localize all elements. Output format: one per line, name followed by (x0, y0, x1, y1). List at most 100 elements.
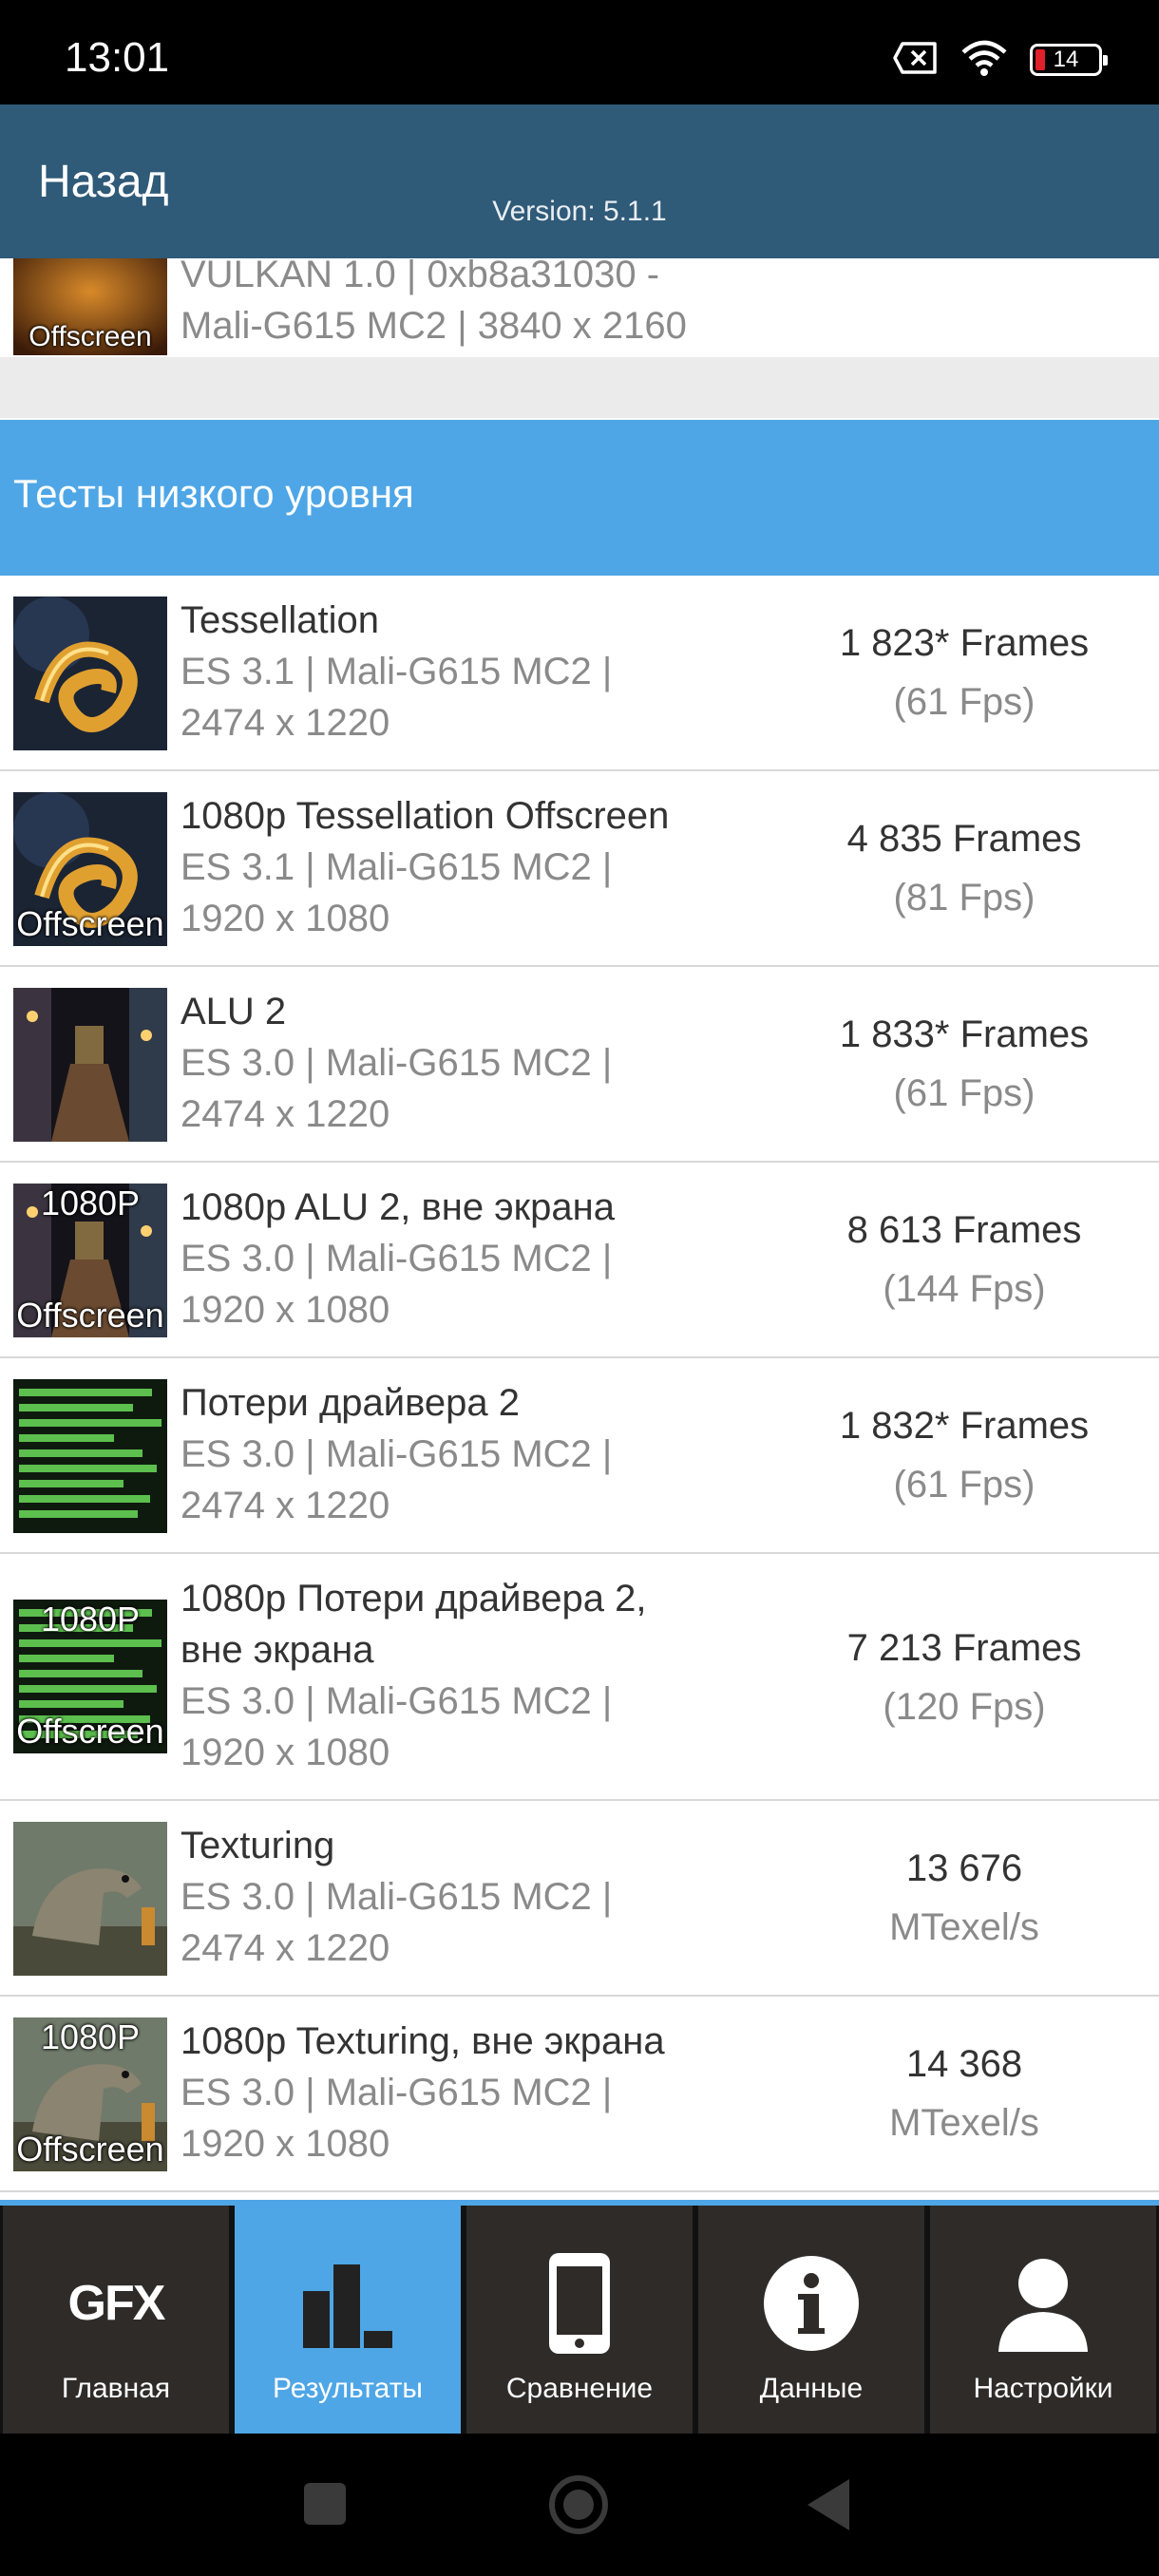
battery-icon: 14 (1030, 44, 1108, 76)
info-icon (698, 2251, 924, 2356)
result-fps: (61 Fps) (893, 1072, 1036, 1114)
result-unit: MTexel/s (889, 1906, 1039, 1948)
test-thumbnail: 1080P Offscreen (13, 1184, 167, 1337)
version-label: Version: 5.1.1 (492, 196, 667, 227)
bar-chart-icon (235, 2251, 461, 2356)
test-row[interactable]: Tessellation ES 3.1 | Mali-G615 MC2 | 24… (0, 576, 1159, 771)
test-thumbnail (13, 597, 167, 750)
test-title: Потери драйвера 2 (180, 1382, 521, 1424)
section-header: Тесты низкого уровня (0, 420, 1159, 576)
recents-button[interactable] (302, 2481, 348, 2531)
test-title: 1080p Потери драйвера 2, (180, 1578, 647, 1619)
result-fps: (61 Fps) (893, 681, 1036, 723)
tab-compare[interactable]: Сравнение (464, 2206, 695, 2434)
test-resolution: 1920 x 1080 (180, 1732, 390, 1773)
test-resolution: 2474 x 1220 (180, 1485, 390, 1526)
tab-label: Сравнение (505, 2373, 654, 2404)
test-resolution: 2474 x 1220 (180, 1093, 390, 1135)
test-resolution: 2474 x 1220 (180, 1927, 390, 1969)
app-header: Назад Version: 5.1.1 (0, 104, 1159, 258)
test-row[interactable]: Texturing ES 3.0 | Mali-G615 MC2 | 2474 … (0, 1801, 1159, 1997)
tab-label: Данные (759, 2373, 864, 2404)
test-row[interactable]: ALU 2 ES 3.0 | Mali-G615 MC2 | 2474 x 12… (0, 967, 1159, 1163)
test-subtitle: VULKAN 1.0 | 0xb8a31030 - (180, 258, 660, 295)
tab-home[interactable]: GFX Главная (0, 2206, 232, 2434)
result-fps: (120 Fps) (883, 1686, 1046, 1728)
phone-icon (466, 2251, 693, 2356)
result-value: 4 835 Frames (846, 818, 1082, 860)
result-value: 13 676 (905, 1847, 1023, 1889)
result-value: 8 613 Frames (846, 1209, 1082, 1251)
tab-settings[interactable]: Настройки (927, 2206, 1159, 2434)
test-subtitle: Mali-G615 MC2 | 3840 x 2160 (180, 305, 687, 347)
test-api: ES 3.0 | Mali-G615 MC2 | (180, 1876, 613, 1918)
sim-off-icon (893, 41, 939, 80)
results-list[interactable]: Offscreen VULKAN 1.0 | 0xb8a31030 - Mali… (0, 258, 1159, 2204)
test-resolution: 1920 x 1080 (180, 898, 390, 939)
status-bar: 13:01 14 (0, 0, 1159, 104)
resolution-badge: 1080P (40, 1600, 141, 1638)
wifi-icon (960, 39, 1009, 82)
test-title: ALU 2 (180, 991, 287, 1032)
result-unit: MTexel/s (889, 2102, 1039, 2144)
result-fps: (144 Fps) (883, 1268, 1046, 1310)
test-api: ES 3.0 | Mali-G615 MC2 | (180, 1238, 613, 1279)
result-value: 14 368 (905, 2043, 1023, 2085)
resolution-badge: 1080P (40, 2017, 141, 2056)
tab-results[interactable]: Результаты (232, 2206, 464, 2434)
test-title-line2: вне экрана (180, 1629, 374, 1671)
test-title: 1080p Tessellation Offscreen (180, 795, 670, 837)
test-thumbnail: 1080P Offscreen (13, 2017, 167, 2171)
status-icons: 14 (893, 36, 1108, 84)
tab-label: Главная (61, 2373, 171, 2404)
gfx-logo-icon: GFX (67, 2276, 166, 2331)
result-fps: (81 Fps) (893, 877, 1036, 919)
test-resolution: 1920 x 1080 (180, 1289, 390, 1331)
test-resolution: 1920 x 1080 (180, 2123, 390, 2165)
list-item[interactable]: Offscreen VULKAN 1.0 | 0xb8a31030 - Mali… (0, 258, 1159, 355)
offscreen-badge: Offscreen (28, 321, 152, 352)
test-api: ES 3.0 | Mali-G615 MC2 | (180, 1680, 613, 1722)
user-icon (930, 2251, 1156, 2356)
tab-data[interactable]: Данные (695, 2206, 927, 2434)
test-thumbnail (13, 988, 167, 1142)
test-thumbnail (13, 1822, 167, 1976)
result-value: 7 213 Frames (846, 1627, 1082, 1669)
test-api: ES 3.0 | Mali-G615 MC2 | (180, 1042, 613, 1084)
offscreen-badge: Offscreen (16, 904, 164, 943)
test-thumbnail: Offscreen (13, 792, 167, 946)
offscreen-badge: Offscreen (16, 2130, 164, 2169)
offscreen-badge: Offscreen (16, 1712, 164, 1751)
section-spacer (0, 357, 1159, 418)
test-row[interactable]: Потери драйвера 2 ES 3.0 | Mali-G615 MC2… (0, 1358, 1159, 1554)
test-title: 1080p Texturing, вне экрана (180, 2020, 665, 2062)
test-row[interactable]: 1080P Offscreen 1080p Потери драйвера 2,… (0, 1554, 1159, 1801)
status-time: 13:01 (65, 34, 170, 81)
test-thumbnail: 1080P Offscreen (13, 1600, 167, 1753)
back-nav-button[interactable] (806, 2477, 851, 2537)
test-row[interactable]: Offscreen 1080p Tessellation Offscreen E… (0, 771, 1159, 967)
tab-label: Настройки (973, 2373, 1113, 2404)
test-api: ES 3.1 | Mali-G615 MC2 | (180, 651, 613, 692)
result-value: 1 832* Frames (839, 1405, 1090, 1447)
test-api: ES 3.0 | Mali-G615 MC2 | (180, 1433, 613, 1475)
test-api: ES 3.0 | Mali-G615 MC2 | (180, 2072, 613, 2113)
test-title: Texturing (180, 1825, 335, 1866)
test-api: ES 3.1 | Mali-G615 MC2 | (180, 846, 613, 888)
offscreen-badge: Offscreen (16, 1296, 164, 1335)
tab-label: Результаты (273, 2373, 423, 2404)
home-button[interactable] (547, 2473, 610, 2541)
result-value: 1 833* Frames (839, 1013, 1090, 1055)
result-fps: (61 Fps) (893, 1464, 1036, 1506)
section-title: Тесты низкого уровня (13, 471, 414, 516)
test-thumbnail (13, 1379, 167, 1533)
test-list: Tessellation ES 3.1 | Mali-G615 MC2 | 24… (0, 576, 1159, 2192)
test-title: 1080p ALU 2, вне экрана (180, 1186, 615, 1228)
test-row[interactable]: 1080P Offscreen 1080p Texturing, вне экр… (0, 1997, 1159, 2192)
result-value: 1 823* Frames (839, 622, 1090, 664)
system-nav-bar (0, 2434, 1159, 2576)
test-row[interactable]: 1080P Offscreen 1080p ALU 2, вне экрана … (0, 1163, 1159, 1358)
test-title: Tessellation (180, 599, 380, 641)
test-resolution: 2474 x 1220 (180, 702, 390, 744)
bottom-tab-bar: GFX Главная Результаты Сравнение Данные … (0, 2206, 1159, 2434)
